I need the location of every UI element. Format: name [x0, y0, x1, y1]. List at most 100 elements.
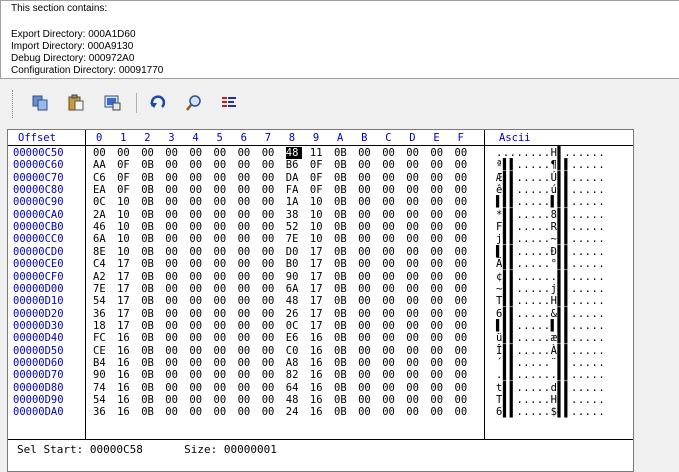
byte-cell[interactable]: 00 — [455, 320, 471, 332]
byte-cell[interactable]: 00 — [165, 221, 181, 233]
byte-cell[interactable]: 17 — [310, 295, 326, 307]
goto-button[interactable] — [147, 92, 169, 114]
byte-cell[interactable]: 00 — [238, 382, 254, 394]
row-ascii[interactable]: ▌▌▌.....▌▌▌..... — [496, 196, 605, 208]
byte-cell[interactable]: 00 — [382, 320, 398, 332]
hex-row[interactable]: 00000CF0 A2 17 0B 00 00 00 00 00 90 17 0B 00 00 00 00 00… — [8, 271, 633, 283]
byte-cell[interactable]: 36 — [93, 406, 109, 418]
byte-cell[interactable]: 00 — [358, 159, 374, 171]
byte-cell[interactable]: 82 — [286, 369, 302, 381]
byte-cell[interactable]: 16 — [310, 394, 326, 406]
byte-cell[interactable]: 00 — [455, 147, 471, 159]
byte-cell[interactable]: 6A — [93, 233, 109, 245]
byte-cell[interactable]: 00 — [382, 221, 398, 233]
byte-cell[interactable]: 00 — [214, 332, 230, 344]
byte-cell[interactable]: 00 — [189, 172, 205, 184]
byte-cell[interactable]: 00 — [165, 308, 181, 320]
byte-cell[interactable]: 0B — [141, 196, 157, 208]
row-ascii[interactable]: ........H▌...... — [496, 147, 605, 159]
byte-cell[interactable]: 00 — [189, 406, 205, 418]
byte-cell[interactable]: 10 — [310, 209, 326, 221]
byte-cell[interactable]: 00 — [214, 209, 230, 221]
byte-cell[interactable]: 0B — [334, 233, 350, 245]
byte-cell[interactable]: 0B — [334, 345, 350, 357]
byte-cell[interactable]: 0B — [141, 233, 157, 245]
byte-cell[interactable]: 16 — [117, 345, 133, 357]
byte-cell[interactable]: 00 — [262, 406, 278, 418]
byte-cell[interactable]: 00 — [406, 357, 422, 369]
byte-cell[interactable]: 00 — [165, 357, 181, 369]
row-ascii[interactable]: Î▌▌.....À▌▌..... — [496, 345, 605, 357]
byte-cell[interactable]: 00 — [455, 246, 471, 258]
byte-cell[interactable]: D0 — [286, 246, 302, 258]
byte-cell[interactable]: 16 — [310, 332, 326, 344]
byte-cell[interactable]: 00 — [262, 320, 278, 332]
byte-cell[interactable]: 00 — [455, 394, 471, 406]
byte-cell[interactable]: 17 — [117, 320, 133, 332]
row-ascii[interactable]: ¢▌▌......▌▌..... — [496, 271, 605, 283]
byte-cell[interactable]: 0B — [334, 184, 350, 196]
byte-cell[interactable]: 0B — [334, 246, 350, 258]
byte-cell[interactable]: 00 — [455, 233, 471, 245]
byte-cell[interactable]: 24 — [286, 406, 302, 418]
byte-cell[interactable]: 00 — [214, 394, 230, 406]
byte-cell[interactable]: 00 — [455, 283, 471, 295]
byte-cell[interactable]: 00 — [382, 172, 398, 184]
byte-cell[interactable]: 00 — [189, 184, 205, 196]
byte-cell[interactable]: 00 — [455, 406, 471, 418]
byte-cell[interactable]: 00 — [262, 184, 278, 196]
byte-cell[interactable]: 0B — [334, 258, 350, 270]
byte-cell[interactable]: 00 — [382, 233, 398, 245]
byte-cell[interactable]: 00 — [430, 271, 446, 283]
byte-cell[interactable]: 00 — [238, 345, 254, 357]
byte-cell[interactable]: 0B — [141, 271, 157, 283]
byte-cell[interactable]: 00 — [214, 271, 230, 283]
byte-cell[interactable]: 00 — [430, 369, 446, 381]
byte-cell[interactable]: 00 — [358, 258, 374, 270]
byte-cell[interactable]: 00 — [189, 320, 205, 332]
byte-cell[interactable]: 00 — [430, 332, 446, 344]
byte-cell[interactable]: 00 — [165, 406, 181, 418]
byte-cell[interactable]: 00 — [358, 172, 374, 184]
byte-cell[interactable]: 54 — [93, 295, 109, 307]
hex-row[interactable]: 00000CE0 C4 17 0B 00 00 00 00 00 B0 17 0B 00 00 00 00 00… — [8, 258, 633, 270]
byte-cell[interactable]: 00 — [238, 221, 254, 233]
byte-cell[interactable]: 00 — [189, 246, 205, 258]
byte-cell[interactable]: 00 — [214, 159, 230, 171]
byte-cell[interactable]: 00 — [382, 332, 398, 344]
byte-cell[interactable]: 00 — [406, 233, 422, 245]
hex-row[interactable]: 00000D40 FC 16 0B 00 00 00 00 00 E6 16 0B 00 00 00 00 00… — [8, 332, 633, 344]
byte-cell[interactable]: 0B — [141, 369, 157, 381]
byte-cell[interactable]: 0B — [334, 382, 350, 394]
byte-cell[interactable]: 00 — [382, 147, 398, 159]
hex-row[interactable]: 00000C70 C6 0F 0B 00 00 00 00 00 DA 0F 0B 00 00 00 00 00… — [8, 172, 633, 184]
byte-cell[interactable]: 00 — [406, 258, 422, 270]
byte-cell[interactable]: 0B — [334, 209, 350, 221]
byte-cell[interactable]: 0B — [334, 196, 350, 208]
byte-cell[interactable]: 00 — [358, 233, 374, 245]
byte-cell[interactable]: 00 — [214, 221, 230, 233]
byte-cell[interactable]: 00 — [358, 196, 374, 208]
byte-cell[interactable]: 00 — [455, 357, 471, 369]
byte-cell[interactable]: E6 — [286, 332, 302, 344]
hex-row[interactable]: 00000D30 18 17 0B 00 00 00 00 00 0C 17 0B 00 00 00 00 00… — [8, 320, 633, 332]
byte-cell[interactable]: 00 — [141, 147, 157, 159]
byte-cell[interactable]: 00 — [262, 295, 278, 307]
byte-cell[interactable]: 00 — [406, 295, 422, 307]
row-ascii[interactable]: 6▌▌.....$▌▌..... — [496, 406, 605, 418]
byte-cell[interactable]: 0F — [117, 159, 133, 171]
byte-cell[interactable]: 0B — [141, 246, 157, 258]
byte-cell[interactable]: 00 — [165, 320, 181, 332]
byte-cell[interactable]: 00 — [262, 308, 278, 320]
byte-cell[interactable]: 0B — [334, 320, 350, 332]
byte-cell[interactable]: 0B — [141, 295, 157, 307]
byte-cell[interactable]: A8 — [286, 357, 302, 369]
byte-cell[interactable]: 00 — [189, 357, 205, 369]
byte-cell[interactable]: 00 — [455, 271, 471, 283]
byte-cell[interactable]: 00 — [430, 147, 446, 159]
properties-button[interactable] — [102, 92, 124, 114]
byte-cell[interactable]: 00 — [214, 147, 230, 159]
row-ascii[interactable]: Ä▌▌.....°▌▌..... — [496, 258, 605, 270]
byte-cell[interactable]: 16 — [310, 406, 326, 418]
byte-cell[interactable]: 00 — [406, 271, 422, 283]
